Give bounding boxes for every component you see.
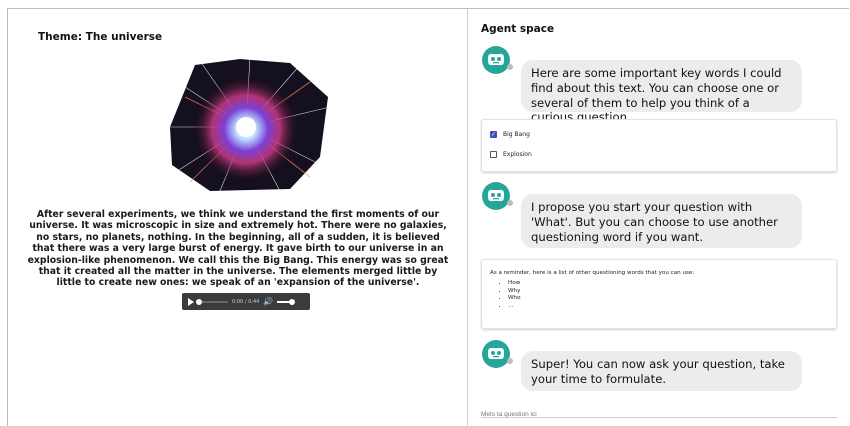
checkbox-big-bang[interactable]: [490, 131, 497, 138]
audio-player[interactable]: 0:00 / 0:44 🔊: [182, 293, 310, 310]
reminder-intro: As a reminder, here is a list of other q…: [490, 270, 695, 276]
agent-space-title: Agent space: [481, 23, 555, 35]
keyword-label: Big Bang: [503, 131, 530, 138]
big-bang-image: [160, 57, 332, 191]
volume-slider[interactable]: [277, 298, 296, 305]
audio-time: 0:00 / 0:44: [232, 298, 260, 305]
checkbox-explosion[interactable]: [490, 151, 497, 158]
agent-message-1: Here are some important key words I coul…: [521, 60, 802, 124]
audio-seek-bar[interactable]: [196, 298, 228, 305]
robot-avatar-icon: [482, 182, 513, 210]
robot-avatar-icon: [482, 340, 513, 368]
story-text: After several experiments, we think we u…: [27, 209, 449, 289]
keyword-card: Big Bang Explosion: [481, 119, 837, 172]
list-item: ...: [508, 303, 828, 311]
agent-panel: Agent space Here are some important key …: [468, 9, 850, 426]
play-icon[interactable]: [188, 297, 194, 306]
keyword-option-explosion[interactable]: Explosion: [490, 151, 532, 158]
reminder-text: As a reminder, here is a list of other q…: [490, 270, 828, 310]
question-input-wrapper: [481, 401, 837, 418]
list-item: Why: [508, 288, 828, 296]
theme-title: Theme: The universe: [38, 31, 163, 43]
list-item: How: [508, 280, 828, 288]
robot-avatar-icon: [482, 46, 513, 74]
volume-icon[interactable]: 🔊: [263, 297, 273, 306]
agent-message-2: I propose you start your question with '…: [521, 194, 802, 248]
keyword-label: Explosion: [503, 151, 532, 158]
keyword-option-big-bang[interactable]: Big Bang: [490, 131, 530, 138]
list-item: Who: [508, 295, 828, 303]
agent-message-3: Super! You can now ask your question, ta…: [521, 351, 802, 391]
question-input[interactable]: [481, 411, 837, 418]
reading-panel: Theme: The universe After several experi…: [8, 9, 467, 426]
question-word-list: How Why Who ...: [490, 280, 828, 310]
reminder-card: As a reminder, here is a list of other q…: [481, 259, 837, 329]
